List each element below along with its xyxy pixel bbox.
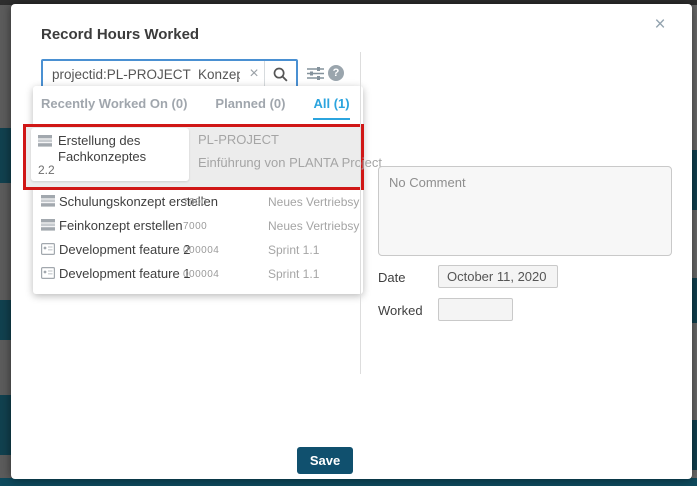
search-input[interactable] xyxy=(43,67,244,82)
record-hours-dialog: Record Hours Worked × × ? Recently Worke… xyxy=(11,4,692,479)
task-project: Sprint 1.1 xyxy=(268,267,360,281)
task-icon xyxy=(38,135,52,147)
task-name: Development feature 1 xyxy=(59,266,191,281)
card-icon xyxy=(41,267,55,279)
selected-task-card[interactable]: Erstellung des Fachkonzeptes 2.2 xyxy=(31,128,189,181)
backdrop-left xyxy=(0,0,11,486)
backdrop-teal-patch xyxy=(692,278,697,323)
result-row[interactable]: Schulungskonzept erstellen 7000 Neues Ve… xyxy=(33,190,363,214)
selected-result-annotation[interactable]: Erstellung des Fachkonzeptes 2.2 PL-PROJ… xyxy=(23,124,364,190)
selected-task-wbs: 2.2 xyxy=(38,163,55,177)
save-button[interactable]: Save xyxy=(297,447,353,474)
close-icon[interactable]: × xyxy=(649,14,671,36)
worked-label: Worked xyxy=(378,303,423,318)
task-id: 7000 xyxy=(183,197,207,208)
backdrop-bottom xyxy=(0,478,697,486)
backdrop-teal-patch xyxy=(0,128,11,183)
magnifier-icon xyxy=(272,66,289,83)
results-tabs: Recently Worked On (0) Planned (0) All (… xyxy=(41,96,350,120)
backdrop-teal-patch xyxy=(0,300,11,340)
result-row[interactable]: Development feature 2 000004 Sprint 1.1 xyxy=(33,238,363,262)
backdrop-teal-patch xyxy=(692,150,697,210)
backdrop-teal-patch xyxy=(0,395,11,455)
selected-project-name: Einführung von PLANTA Project xyxy=(198,155,382,170)
result-row[interactable]: Feinkonzept erstellen 7000 Neues Vertrie… xyxy=(33,214,363,238)
comment-textarea[interactable] xyxy=(378,166,672,256)
tab-all[interactable]: All (1) xyxy=(313,96,349,120)
tab-recently-worked-on[interactable]: Recently Worked On (0) xyxy=(41,96,187,120)
selected-project-id: PL-PROJECT xyxy=(198,132,279,147)
clear-search-icon[interactable]: × xyxy=(244,61,264,87)
search-results-panel: Recently Worked On (0) Planned (0) All (… xyxy=(33,86,363,294)
task-project: Neues Vertriebsy… xyxy=(268,195,360,209)
backdrop-teal-patch xyxy=(692,420,697,470)
task-search-box: × xyxy=(41,59,298,89)
worked-input[interactable] xyxy=(438,298,513,321)
selected-task-title: Erstellung des Fachkonzeptes xyxy=(58,133,182,165)
search-button[interactable] xyxy=(264,61,296,87)
dialog-title: Record Hours Worked xyxy=(41,26,199,43)
date-label: Date xyxy=(378,270,405,285)
card-icon xyxy=(41,243,55,255)
task-project: Sprint 1.1 xyxy=(268,243,360,257)
filter-sliders-icon[interactable] xyxy=(307,65,324,82)
task-icon xyxy=(41,195,55,207)
task-id: 7000 xyxy=(183,221,207,232)
task-name: Feinkonzept erstellen xyxy=(59,218,183,233)
task-id: 000004 xyxy=(183,245,219,256)
date-input[interactable] xyxy=(438,265,558,288)
panel-divider xyxy=(360,52,361,374)
task-id: 000004 xyxy=(183,269,219,280)
task-name: Development feature 2 xyxy=(59,242,191,257)
help-icon[interactable]: ? xyxy=(328,65,344,81)
task-icon xyxy=(41,219,55,231)
result-row[interactable]: Development feature 1 000004 Sprint 1.1 xyxy=(33,262,363,286)
backdrop-right xyxy=(692,0,697,486)
task-project: Neues Vertriebsy… xyxy=(268,219,360,233)
tab-planned[interactable]: Planned (0) xyxy=(215,96,285,120)
result-rows: Schulungskonzept erstellen 7000 Neues Ve… xyxy=(33,190,363,286)
